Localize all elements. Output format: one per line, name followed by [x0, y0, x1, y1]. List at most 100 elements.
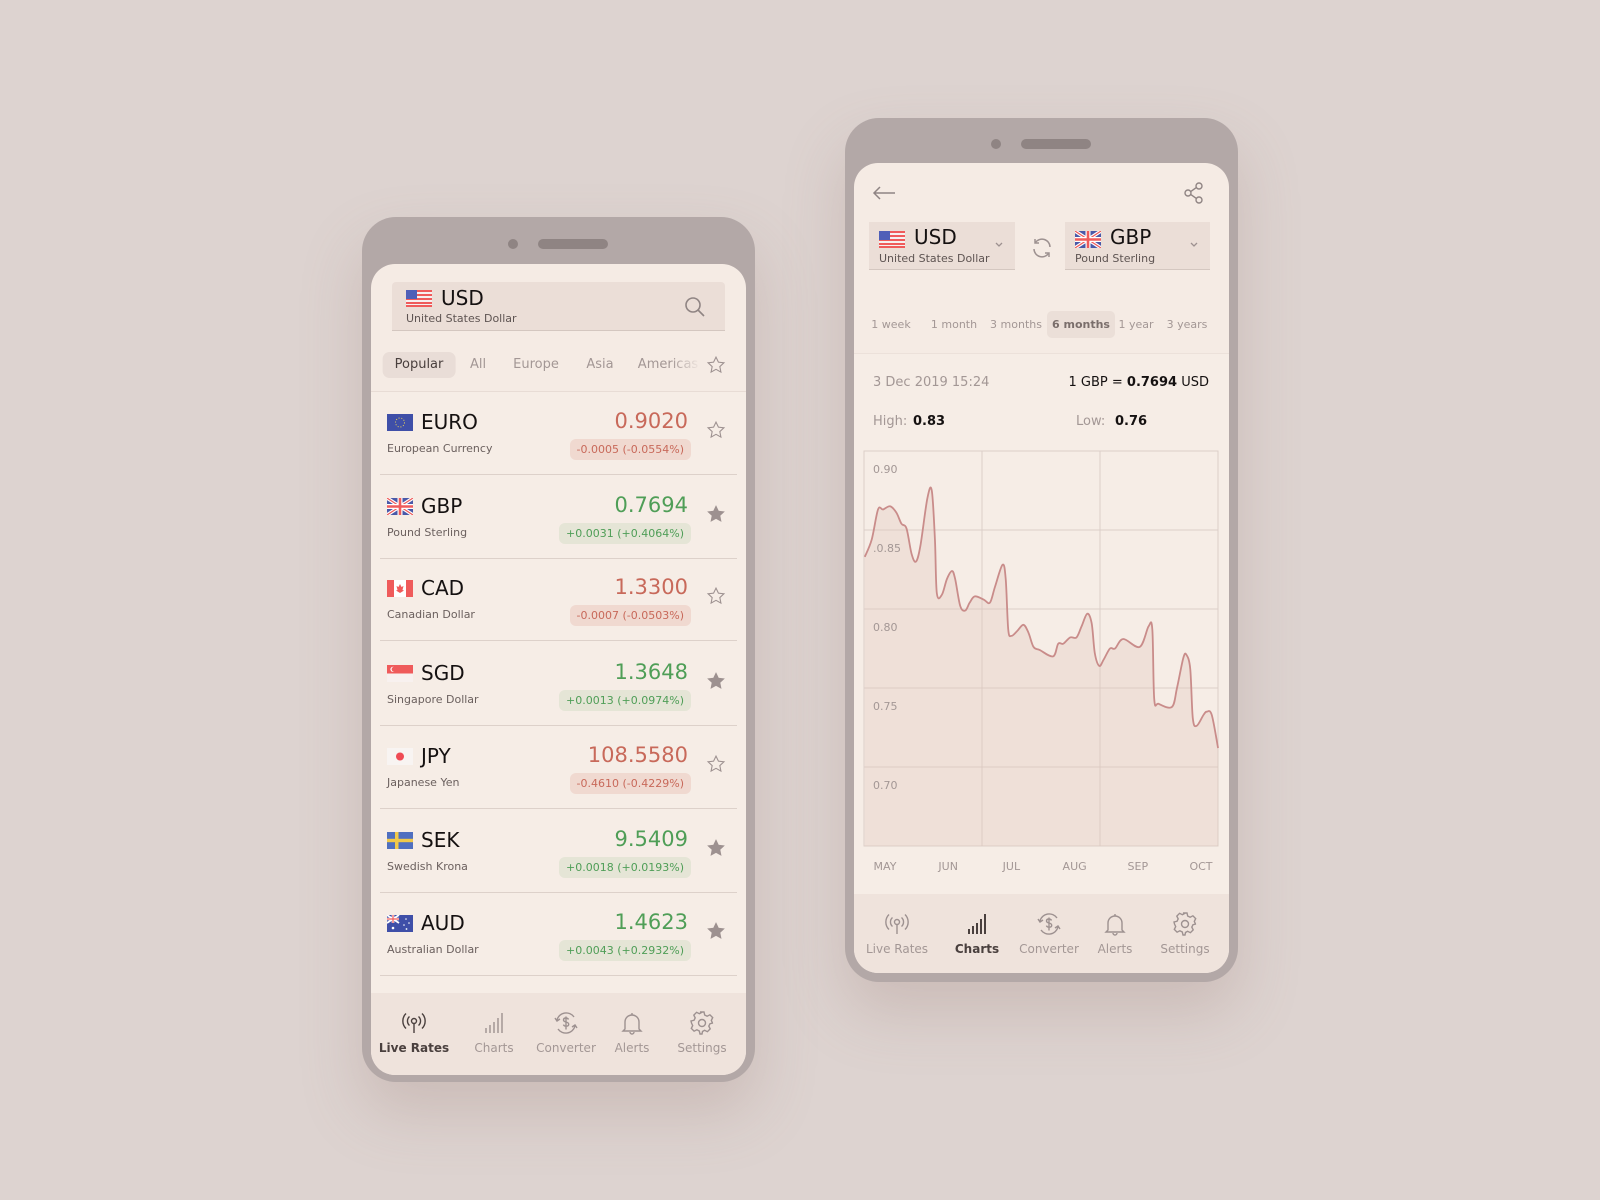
currency-code: SEK: [421, 828, 460, 852]
speaker: [538, 239, 608, 249]
nav-alerts[interactable]: Alerts: [1075, 910, 1155, 956]
nav-label: Live Rates: [865, 942, 929, 956]
gear-icon: [690, 1011, 714, 1035]
row-divider: [380, 474, 737, 475]
currency-code: CAD: [421, 576, 465, 600]
currency-row-sgd[interactable]: SGD Singapore Dollar 1.3648 +0.0013 (+0.…: [371, 643, 746, 726]
broadcast-icon: [402, 1013, 426, 1033]
eu-flag-icon: [387, 414, 413, 431]
ca-flag-icon: [387, 580, 413, 597]
currency-row-aud[interactable]: AUD Australian Dollar 1.4623 +0.0043 (+0…: [371, 893, 746, 976]
nav-settings[interactable]: Settings: [662, 1009, 742, 1055]
star-filled-icon[interactable]: [706, 838, 726, 858]
tab-europe[interactable]: Europe: [513, 352, 559, 378]
currency-rate: 1.3300: [614, 575, 688, 599]
chart-area-fill: [864, 487, 1219, 846]
speaker: [1021, 139, 1091, 149]
tab-asia[interactable]: Asia: [586, 352, 613, 378]
change-badge: -0.0007 (-0.0503%): [569, 605, 691, 626]
currency-code: SGD: [421, 661, 465, 685]
nav-charts[interactable]: Charts: [454, 1009, 534, 1055]
currency-row-cad[interactable]: CAD Canadian Dollar 1.3300 -0.0007 (-0.0…: [371, 558, 746, 641]
y-tick-label: 0.75: [873, 700, 898, 713]
x-tick-label: SEP: [1127, 860, 1149, 873]
change-badge: -0.0005 (-0.0554%): [569, 439, 691, 460]
change-badge: +0.0043 (+0.2932%): [559, 940, 691, 961]
change-badge: +0.0018 (+0.0193%): [559, 857, 691, 878]
nav-live-rates[interactable]: Live Rates: [857, 910, 937, 956]
nav-label: Alerts: [614, 1041, 650, 1055]
currency-rate: 0.7694: [614, 493, 688, 517]
currency-code: JPY: [421, 744, 451, 768]
change-badge: +0.0013 (+0.0974%): [559, 690, 691, 711]
currency-rate: 9.5409: [614, 827, 688, 851]
currency-name: Swedish Krona: [387, 860, 468, 873]
nav-settings[interactable]: Settings: [1145, 910, 1225, 956]
search-icon[interactable]: [684, 296, 706, 318]
tab-popular[interactable]: Popular: [382, 352, 456, 378]
change-badge: -0.4610 (-0.4229%): [569, 773, 691, 794]
star-outline-icon[interactable]: [706, 754, 726, 774]
currency-code: EURO: [421, 410, 478, 434]
change-badge: +0.0031 (+0.4064%): [559, 523, 691, 544]
x-tick-label: MAY: [873, 860, 897, 873]
phone-charts: USD United States Dollar GBP Pound Sterl…: [845, 118, 1238, 982]
x-tick-label: OCT: [1189, 860, 1213, 873]
row-divider: [380, 808, 737, 809]
nav-alerts[interactable]: Alerts: [592, 1009, 672, 1055]
x-tick-label: JUL: [1002, 860, 1021, 873]
currency-rate: 1.3648: [614, 660, 688, 684]
base-currency-search[interactable]: USD United States Dollar: [392, 282, 725, 331]
y-tick-label: .0.85: [873, 542, 901, 555]
base-currency-code: USD: [441, 286, 484, 310]
currency-row-sek[interactable]: SEK Swedish Krona 9.5409 +0.0018 (+0.019…: [371, 810, 746, 893]
currency-row-jpy[interactable]: JPY Japanese Yen 108.5580 -0.4610 (-0.42…: [371, 726, 746, 809]
americas-fade: [671, 350, 701, 380]
rate-chart[interactable]: 0.90 .0.85 0.80 0.75 0.70: [854, 163, 1229, 883]
star-outline-icon[interactable]: [706, 355, 726, 375]
tab-all[interactable]: All: [470, 352, 486, 378]
currency-list: EURO European Currency 0.9020 -0.0005 (-…: [371, 391, 746, 993]
star-filled-icon[interactable]: [706, 921, 726, 941]
nav-label: Settings: [1160, 942, 1210, 956]
y-tick-label: 0.80: [873, 621, 898, 634]
y-tick-label: 0.70: [873, 779, 898, 792]
star-outline-icon[interactable]: [706, 586, 726, 606]
currency-code: AUD: [421, 911, 465, 935]
currency-name: European Currency: [387, 442, 493, 455]
star-filled-icon[interactable]: [706, 504, 726, 524]
nav-charts[interactable]: Charts: [937, 910, 1017, 956]
currency-name: Japanese Yen: [387, 776, 460, 789]
row-divider: [380, 640, 737, 641]
gb-flag-icon: [387, 498, 413, 515]
y-tick-label: 0.90: [873, 463, 898, 476]
currency-row-gbp[interactable]: GBP Pound Sterling 0.7694 +0.0031 (+0.40…: [371, 476, 746, 559]
currency-rate: 108.5580: [587, 743, 688, 767]
jp-flag-icon: [387, 748, 413, 765]
nav-label: Settings: [677, 1041, 727, 1055]
star-filled-icon[interactable]: [706, 671, 726, 691]
live-rates-screen: USD United States Dollar Popular All Europ…: [371, 264, 746, 1075]
signal-bars-icon: [968, 914, 986, 934]
nav-live-rates[interactable]: Live Rates: [374, 1009, 454, 1055]
gear-icon: [1173, 912, 1197, 936]
currency-rate: 0.9020: [614, 409, 688, 433]
currency-exchange-icon: [1037, 913, 1061, 935]
currency-name: Pound Sterling: [387, 526, 468, 539]
nav-label: Charts: [474, 1041, 514, 1055]
star-outline-icon[interactable]: [706, 420, 726, 440]
charts-screen: USD United States Dollar GBP Pound Sterl…: [854, 163, 1229, 973]
bottom-nav: Live Rates Charts Converter Alerts Setti…: [371, 993, 746, 1075]
broadcast-icon: [885, 914, 909, 934]
nav-label: Charts: [954, 942, 1000, 956]
currency-name: Australian Dollar: [387, 943, 479, 956]
currency-row-euro[interactable]: EURO European Currency 0.9020 -0.0005 (-…: [371, 392, 746, 475]
row-divider: [380, 975, 737, 976]
x-tick-label: AUG: [1062, 860, 1087, 873]
bell-icon: [1104, 914, 1126, 936]
currency-name: Singapore Dollar: [387, 693, 479, 706]
x-tick-label: JUN: [938, 860, 958, 873]
base-currency-name: United States Dollar: [406, 312, 517, 325]
currency-code: GBP: [421, 494, 463, 518]
sg-flag-icon: [387, 665, 413, 682]
